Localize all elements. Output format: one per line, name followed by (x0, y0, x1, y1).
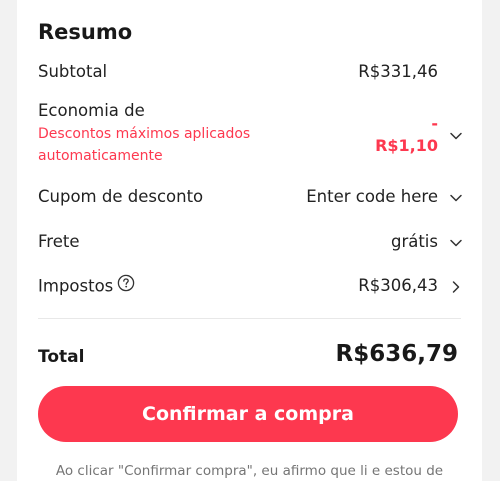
taxes-label: Impostos (38, 276, 114, 296)
shipping-label: Frete (38, 232, 80, 251)
taxes-value: R$306,43 (358, 276, 438, 295)
total-label: Total (38, 347, 85, 367)
subtotal-label: Subtotal (38, 62, 108, 81)
chevron-right-icon[interactable] (448, 279, 464, 295)
chevron-down-icon[interactable] (448, 235, 464, 251)
total-value: R$636,79 (335, 341, 458, 367)
savings-value: R$1,10 (375, 136, 438, 155)
coupon-input[interactable]: Enter code here (306, 187, 438, 206)
subtotal-value: R$331,46 (358, 62, 438, 81)
savings-note: Descontos máximos aplicados automaticame… (38, 126, 251, 164)
savings-sign: - (431, 114, 438, 133)
savings-label: Economia de (38, 101, 145, 120)
coupon-label: Cupom de desconto (38, 187, 204, 206)
order-summary-card: Resumo Subtotal R$331,46 Economia de Des… (17, 0, 482, 481)
disclaimer-text: Ao clicar "Confirmar compra", eu afirmo … (55, 463, 444, 479)
summary-divider (38, 318, 461, 319)
confirm-purchase-button[interactable]: Confirmar a compra (38, 386, 458, 442)
chevron-down-icon[interactable] (448, 190, 464, 206)
savings-amount: - R$1,10 (375, 113, 438, 157)
taxes-label-row: Impostos (38, 274, 135, 298)
summary-title: Resumo (38, 20, 133, 44)
question-circle-icon[interactable] (117, 274, 135, 296)
chevron-down-icon[interactable] (448, 128, 464, 144)
shipping-value[interactable]: grátis (391, 232, 438, 251)
